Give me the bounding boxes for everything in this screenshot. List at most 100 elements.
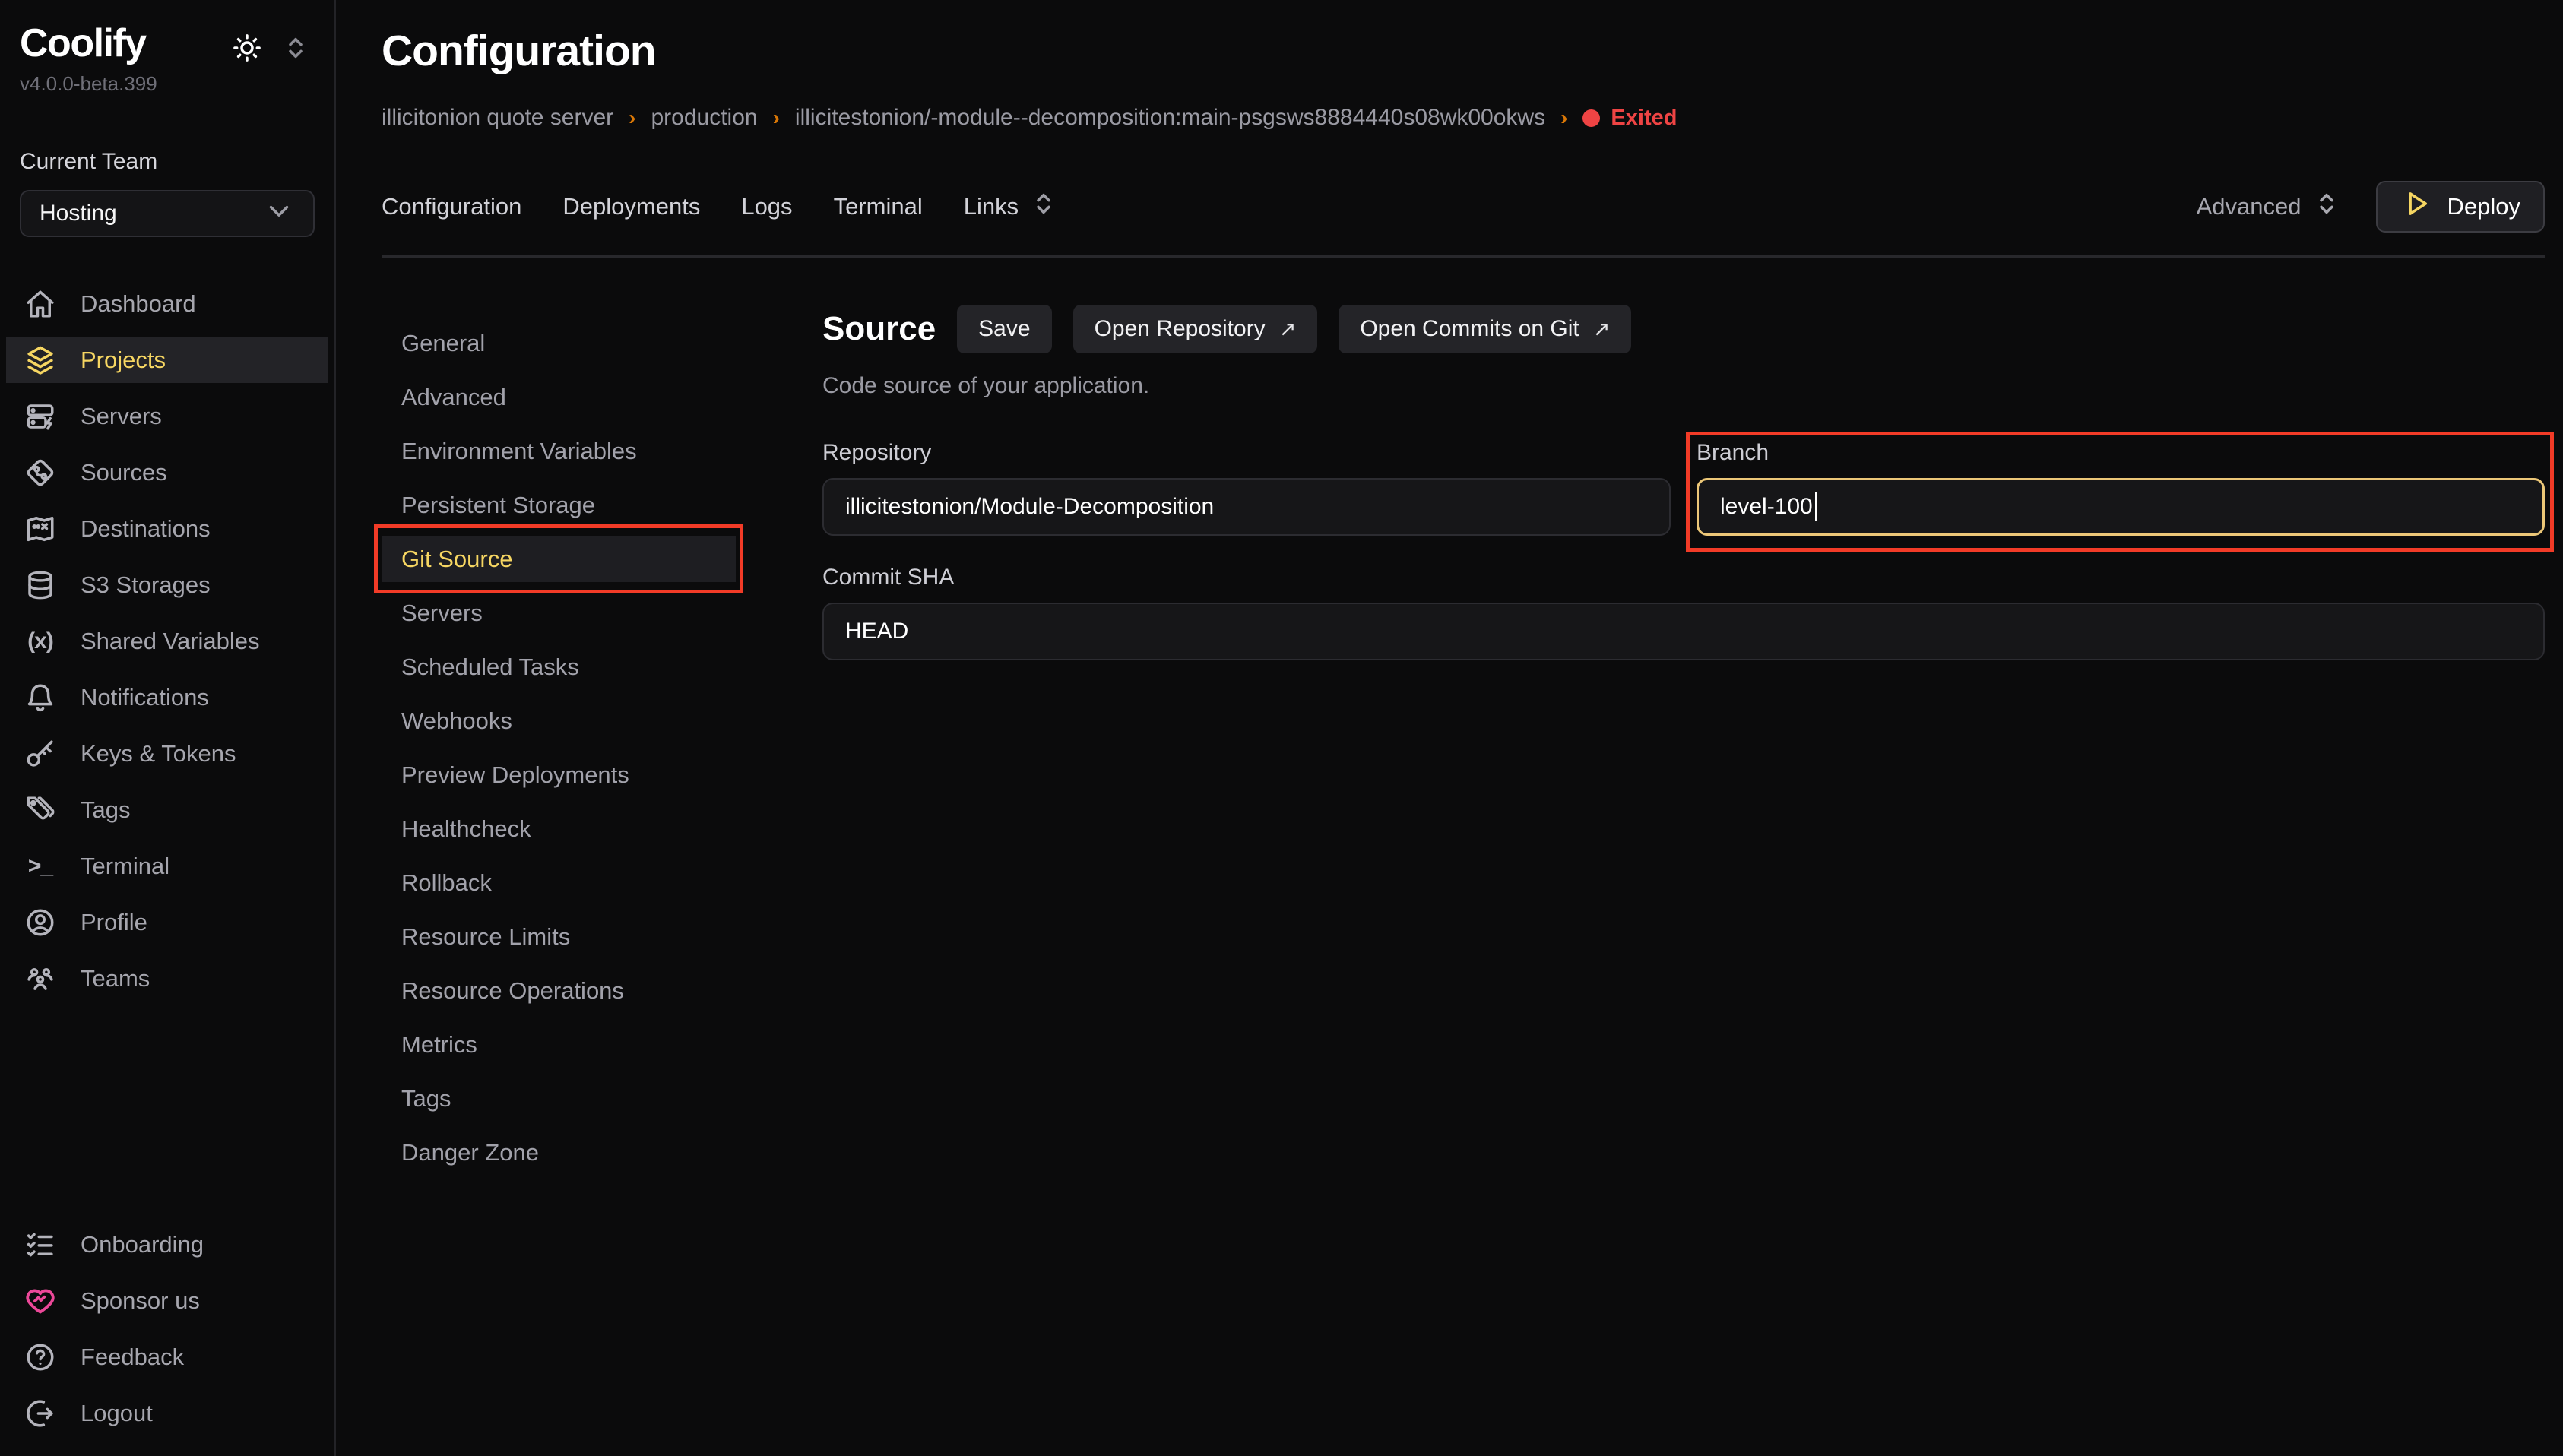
sidebar-item-label: Sponsor us [81, 1287, 200, 1315]
subnav-item-advanced[interactable]: Advanced [382, 374, 812, 420]
sidebar-item-label: Teams [81, 965, 150, 992]
subnav-item-tags[interactable]: Tags [382, 1075, 812, 1122]
breadcrumb-application[interactable]: illicitestonion/-module--decomposition:m… [795, 105, 1545, 131]
sidebar-item-label: Notifications [81, 684, 209, 711]
advanced-menu[interactable]: Advanced [2197, 188, 2343, 226]
sidebar-item-projects[interactable]: Projects [6, 337, 328, 383]
logout-icon [24, 1397, 56, 1429]
source-subtitle: Code source of your application. [822, 373, 2545, 399]
deploy-button[interactable]: Deploy [2376, 181, 2546, 233]
repository-input[interactable]: illicitestonion/Module-Decomposition [822, 478, 1671, 536]
repository-value: illicitestonion/Module-Decomposition [845, 494, 1214, 520]
app-logo: Coolify [20, 23, 146, 65]
sidebar: Coolify [0, 0, 336, 1456]
subnav-item-rollback[interactable]: Rollback [382, 859, 812, 906]
sidebar-item-sponsor-us[interactable]: Sponsor us [6, 1278, 328, 1324]
breadcrumb-project[interactable]: illicitonion quote server [382, 105, 613, 131]
subnav-item-resource-operations[interactable]: Resource Operations [382, 967, 812, 1014]
subnav-item-git-source[interactable]: Git Source [382, 536, 736, 582]
breadcrumb-environment[interactable]: production [651, 105, 757, 131]
key-icon [24, 738, 56, 770]
team-select[interactable]: Hosting [20, 190, 315, 237]
sidebar-item-notifications[interactable]: Notifications [6, 675, 328, 720]
save-button[interactable]: Save [957, 305, 1051, 353]
sidebar-item-label: Feedback [81, 1344, 184, 1371]
sidebar-item-sources[interactable]: Sources [6, 450, 328, 495]
chevron-right-icon: › [773, 106, 780, 130]
sidebar-item-terminal[interactable]: >_ Terminal [6, 844, 328, 889]
sidebar-item-label: Logout [81, 1400, 153, 1427]
checklist-icon [24, 1229, 56, 1261]
current-team-label: Current Team [0, 149, 334, 175]
subnav-item-persistent-storage[interactable]: Persistent Storage [382, 482, 812, 528]
subnav-item-preview-deployments[interactable]: Preview Deployments [382, 752, 812, 798]
sidebar-item-dashboard[interactable]: Dashboard [6, 281, 328, 327]
layers-icon [24, 344, 56, 376]
config-subnav: General Advanced Environment Variables P… [382, 303, 812, 1456]
database-icon [24, 569, 56, 601]
sidebar-item-logout[interactable]: Logout [6, 1391, 328, 1436]
play-icon [2400, 188, 2432, 226]
theme-toggle-button[interactable] [231, 32, 263, 66]
sidebar-item-label: Dashboard [81, 290, 196, 318]
subnav-item-webhooks[interactable]: Webhooks [382, 698, 812, 744]
sidebar-item-feedback[interactable]: Feedback [6, 1334, 328, 1380]
sidebar-item-label: Tags [81, 796, 130, 824]
sidebar-item-tags[interactable]: Tags [6, 787, 328, 833]
sidebar-item-profile[interactable]: Profile [6, 900, 328, 945]
sidebar-header: Coolify [0, 23, 334, 66]
heart-hands-icon [24, 1285, 56, 1317]
sidebar-item-teams[interactable]: Teams [6, 956, 328, 1002]
tab-logs[interactable]: Logs [741, 188, 792, 226]
users-icon [24, 963, 56, 995]
branch-label: Branch [1697, 440, 2545, 466]
deploy-label: Deploy [2447, 193, 2521, 220]
terminal-icon: >_ [24, 850, 56, 882]
subnav-item-metrics[interactable]: Metrics [382, 1021, 812, 1068]
sidebar-item-label: Sources [81, 459, 167, 486]
text-caret [1815, 492, 1817, 521]
external-link-icon: ↗ [1593, 318, 1611, 341]
chevron-down-icon [263, 195, 295, 233]
subnav-item-danger-zone[interactable]: Danger Zone [382, 1129, 812, 1176]
tab-links-label: Links [964, 193, 1019, 220]
sidebar-item-shared-variables[interactable]: (x) Shared Variables [6, 619, 328, 664]
commit-sha-input[interactable]: HEAD [822, 603, 2545, 660]
chevron-up-down-icon [2311, 188, 2343, 226]
sidebar-item-s3-storages[interactable]: S3 Storages [6, 562, 328, 608]
sidebar-nav: Dashboard Projects Serve [0, 281, 334, 1002]
subnav-item-healthcheck[interactable]: Healthcheck [382, 806, 812, 852]
help-circle-icon [24, 1341, 56, 1373]
commit-sha-value: HEAD [845, 619, 908, 644]
tab-terminal[interactable]: Terminal [834, 188, 923, 226]
sun-icon [231, 32, 263, 66]
app-window: Coolify [0, 0, 2563, 1456]
sidebar-item-onboarding[interactable]: Onboarding [6, 1222, 328, 1268]
status-label: Exited [1611, 106, 1677, 131]
tab-deployments[interactable]: Deployments [562, 188, 700, 226]
open-repository-button[interactable]: Open Repository ↗ [1073, 305, 1318, 353]
subnav-item-resource-limits[interactable]: Resource Limits [382, 913, 812, 960]
subnav-item-environment-variables[interactable]: Environment Variables [382, 428, 812, 474]
sidebar-item-label: Destinations [81, 515, 211, 543]
branch-value: level-100 [1720, 494, 1813, 520]
chevron-right-icon: › [629, 106, 635, 130]
branch-input[interactable]: level-100 [1697, 478, 2545, 536]
sidebar-item-label: Projects [81, 347, 166, 374]
subnav-item-scheduled-tasks[interactable]: Scheduled Tasks [382, 644, 812, 690]
sidebar-item-label: Onboarding [81, 1231, 204, 1258]
home-icon [24, 288, 56, 320]
sidebar-item-servers[interactable]: Servers [6, 394, 328, 439]
open-commits-button[interactable]: Open Commits on Git ↗ [1339, 305, 1631, 353]
theme-selector-button[interactable] [280, 32, 312, 66]
sidebar-item-label: Profile [81, 909, 147, 936]
breadcrumb: illicitonion quote server › production ›… [382, 105, 2545, 131]
sidebar-item-destinations[interactable]: Destinations [6, 506, 328, 552]
tab-configuration[interactable]: Configuration [382, 188, 521, 226]
sidebar-item-keys-tokens[interactable]: Keys & Tokens [6, 731, 328, 777]
subnav-item-servers[interactable]: Servers [382, 590, 812, 636]
commit-sha-field-group: Commit SHA HEAD [822, 565, 2545, 660]
repository-label: Repository [822, 440, 1671, 466]
subnav-item-general[interactable]: General [382, 320, 812, 366]
tab-links[interactable]: Links [964, 188, 1060, 226]
